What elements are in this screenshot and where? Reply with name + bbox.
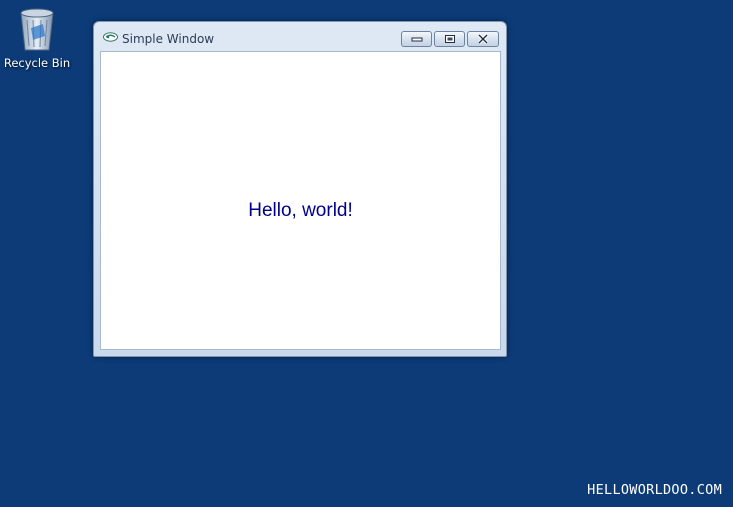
window-content-area: Hello, world! [100,51,501,350]
maximize-button[interactable] [434,31,465,47]
minimize-button[interactable] [401,31,432,47]
desktop: Recycle Bin Simple Window Hello, world! … [0,0,733,507]
hello-text: Hello, world! [248,200,353,221]
watermark-text: HELLOWORLDOO.COM [587,482,722,498]
simple-window: Simple Window Hello, world! [93,21,507,357]
title-bar[interactable]: Simple Window [94,22,506,51]
close-icon [477,34,489,44]
close-button[interactable] [467,31,499,47]
maximize-icon [444,35,455,43]
desktop-icon-recycle-bin[interactable]: Recycle Bin [2,6,72,76]
minimize-icon [411,37,422,42]
desktop-icon-label: Recycle Bin [3,56,71,70]
app-icon [103,32,118,42]
recycle-bin-icon [20,8,54,51]
window-title: Simple Window [122,32,215,46]
